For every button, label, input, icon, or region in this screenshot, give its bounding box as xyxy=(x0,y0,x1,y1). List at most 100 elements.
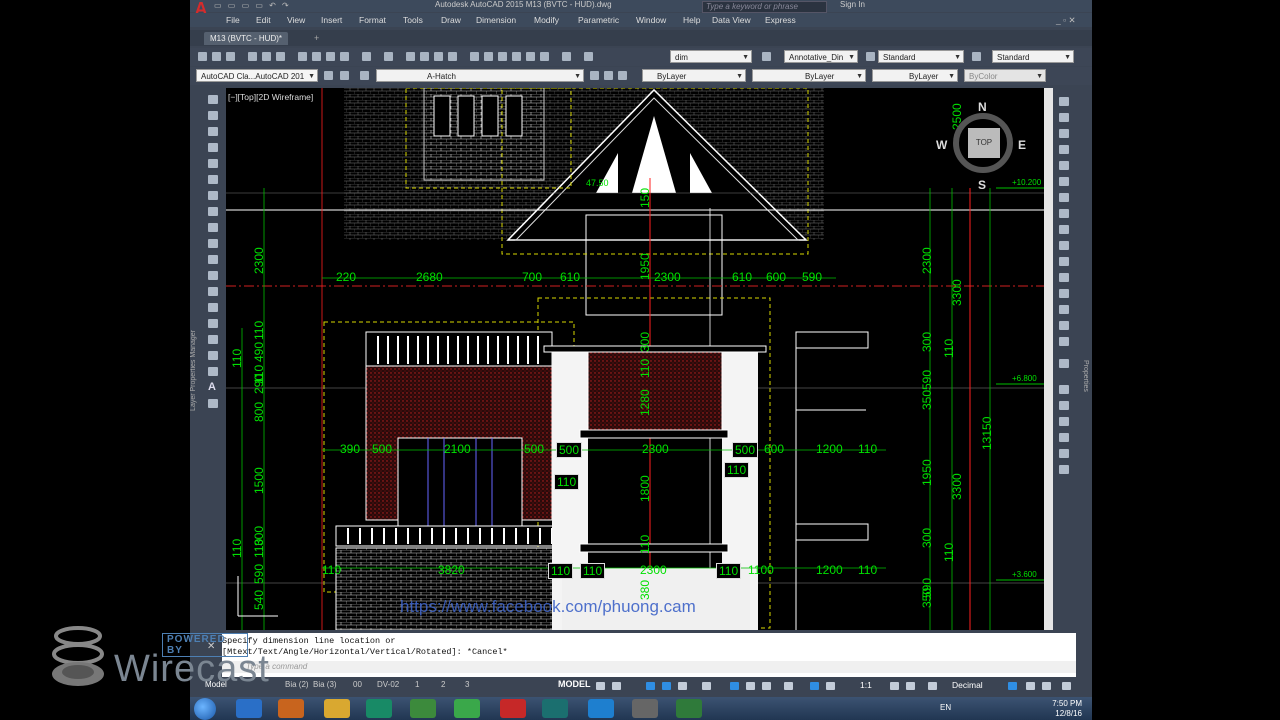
dimension-text[interactable]: 2300 xyxy=(640,563,667,577)
plotstyle-select[interactable]: ByColor ▼ xyxy=(964,69,1046,82)
menu-express[interactable]: Express xyxy=(765,15,796,25)
color-select[interactable]: ByLayer ▼ xyxy=(642,69,746,82)
app-s-icon[interactable] xyxy=(542,699,568,718)
preview-icon[interactable] xyxy=(262,52,271,61)
dimension-text[interactable]: 300 xyxy=(920,528,934,548)
app-3d-icon[interactable] xyxy=(366,699,392,718)
insert-block-icon[interactable] xyxy=(208,271,218,280)
mtext-icon[interactable]: A xyxy=(208,382,218,393)
dimension-text[interactable]: 350 xyxy=(920,588,934,608)
redo-icon[interactable] xyxy=(384,52,393,61)
dimension-text[interactable]: 1200 xyxy=(816,442,843,456)
textstyle-icon[interactable] xyxy=(762,52,771,61)
extend-icon[interactable] xyxy=(1059,257,1069,266)
dimension-text[interactable]: 110 xyxy=(554,474,580,490)
fullscreen-icon[interactable] xyxy=(1042,682,1051,690)
rectangle-icon[interactable] xyxy=(208,159,218,168)
autoscale-icon[interactable] xyxy=(826,682,835,690)
dimension-text[interactable]: 1950 xyxy=(638,253,652,280)
transparency-icon[interactable] xyxy=(762,682,771,690)
dimension-text[interactable]: 3820 xyxy=(438,563,465,577)
dimension-text[interactable]: 3300 xyxy=(950,473,964,500)
workspace-select[interactable]: AutoCAD Cla...AutoCAD 201 ▼ xyxy=(196,69,318,82)
menu-insert[interactable]: Insert xyxy=(321,15,342,25)
app-monitor-icon[interactable] xyxy=(676,699,702,718)
ellipse-icon[interactable] xyxy=(208,239,218,248)
dimension-text[interactable]: 1500 xyxy=(252,467,266,494)
tab-dv-02[interactable]: DV-02 xyxy=(374,679,402,691)
mleaderstyle-icon[interactable] xyxy=(972,52,981,61)
layer-isolate-icon[interactable] xyxy=(618,71,627,80)
dim-edit-icon[interactable] xyxy=(1059,449,1069,458)
qnew-icon[interactable] xyxy=(198,52,207,61)
vertical-scrollbar[interactable] xyxy=(1044,88,1053,630)
polyline-icon[interactable] xyxy=(208,127,218,136)
menu-parametric[interactable]: Parametric xyxy=(578,15,619,25)
skype-icon[interactable] xyxy=(588,699,614,718)
tab-1[interactable]: 1 xyxy=(412,679,422,691)
dimension-text[interactable]: 110 xyxy=(580,563,606,579)
matchprop-icon[interactable] xyxy=(340,52,349,61)
dimension-text[interactable]: +3.600 xyxy=(1012,570,1037,579)
grid-icon[interactable] xyxy=(596,682,605,690)
command-input[interactable]: Type a command xyxy=(222,661,1076,673)
ortho-icon[interactable] xyxy=(646,682,655,690)
dimension-text[interactable]: 110 xyxy=(724,462,750,478)
lineweight-icon[interactable] xyxy=(746,682,755,690)
spline-icon[interactable] xyxy=(208,223,218,232)
dimension-text[interactable]: 110 xyxy=(252,539,266,558)
region-icon[interactable] xyxy=(208,351,218,360)
layer-manager-icon[interactable] xyxy=(340,71,349,80)
make-block-icon[interactable] xyxy=(208,287,218,296)
tablestyle-icon[interactable] xyxy=(866,52,875,61)
tablestyle-select[interactable]: Standard ▼ xyxy=(878,50,964,63)
dimension-text[interactable]: 2300 xyxy=(252,247,266,274)
drawing-canvas[interactable]: 220 2680 700 610 2300 610 600 590 390 500 2100 500 5… xyxy=(226,88,1044,630)
dimension-text[interactable]: 1950 xyxy=(920,459,934,486)
make-current-icon[interactable] xyxy=(590,71,599,80)
menu-tools[interactable]: Tools xyxy=(403,15,423,25)
menu-window[interactable]: Window xyxy=(636,15,666,25)
clean-screen-icon[interactable] xyxy=(1026,682,1035,690)
explode-icon[interactable] xyxy=(1059,359,1069,368)
zoom-window-icon[interactable] xyxy=(434,52,443,61)
add-selected-icon[interactable] xyxy=(208,399,218,408)
properties-palette-label[interactable]: Properties xyxy=(1082,360,1089,392)
dimension-text[interactable]: 500 xyxy=(372,442,392,456)
menu-edit[interactable]: Edit xyxy=(256,15,271,25)
layer-select[interactable]: A-Hatch ▼ xyxy=(376,69,584,82)
viewcube-top-face[interactable]: TOP xyxy=(968,128,1000,158)
dimension-text[interactable]: 2100 xyxy=(444,442,471,456)
menu-modify[interactable]: Modify xyxy=(534,15,559,25)
dimension-text[interactable]: 47.50 xyxy=(586,178,609,188)
annotation-visibility-icon[interactable] xyxy=(810,682,819,690)
circle-icon[interactable] xyxy=(208,191,218,200)
move-icon[interactable] xyxy=(1059,177,1069,186)
ucs-icon[interactable] xyxy=(730,682,739,690)
dimension-text[interactable]: 610 xyxy=(732,270,752,284)
markup-icon[interactable] xyxy=(526,52,535,61)
tab-bia-3[interactable]: Bia (3) xyxy=(310,679,340,691)
dimension-text[interactable]: 290 xyxy=(252,374,266,394)
dimension-text[interactable]: 1100 xyxy=(748,563,774,577)
dimension-text[interactable]: 110 xyxy=(858,563,877,577)
menu-help[interactable]: Help xyxy=(683,15,700,25)
dim-linear-icon[interactable] xyxy=(1059,385,1069,394)
dim-update-icon[interactable] xyxy=(1059,465,1069,474)
app-c-icon[interactable] xyxy=(410,699,436,718)
dimension-text[interactable]: 500 xyxy=(556,442,583,458)
dimension-text[interactable]: 1200 xyxy=(816,563,843,577)
dimension-text[interactable]: 2680 xyxy=(416,270,443,284)
layer-properties-palette-label[interactable]: Layer Properties Manager xyxy=(190,330,197,411)
workspace-settings-icon[interactable] xyxy=(324,71,333,80)
dimension-text[interactable]: 110 xyxy=(230,539,244,558)
plot-icon[interactable] xyxy=(248,52,257,61)
dimension-text[interactable]: 1800 xyxy=(638,475,652,502)
polar-icon[interactable] xyxy=(662,682,671,690)
dimension-text[interactable]: 2300 xyxy=(654,270,681,284)
chrome-icon[interactable] xyxy=(454,699,480,718)
tab-00[interactable]: 00 xyxy=(350,679,365,691)
menu-dimension[interactable]: Dimension xyxy=(476,15,516,25)
menu-file[interactable]: File xyxy=(226,15,240,25)
tab-bia-2[interactable]: Bia (2) xyxy=(282,679,312,691)
